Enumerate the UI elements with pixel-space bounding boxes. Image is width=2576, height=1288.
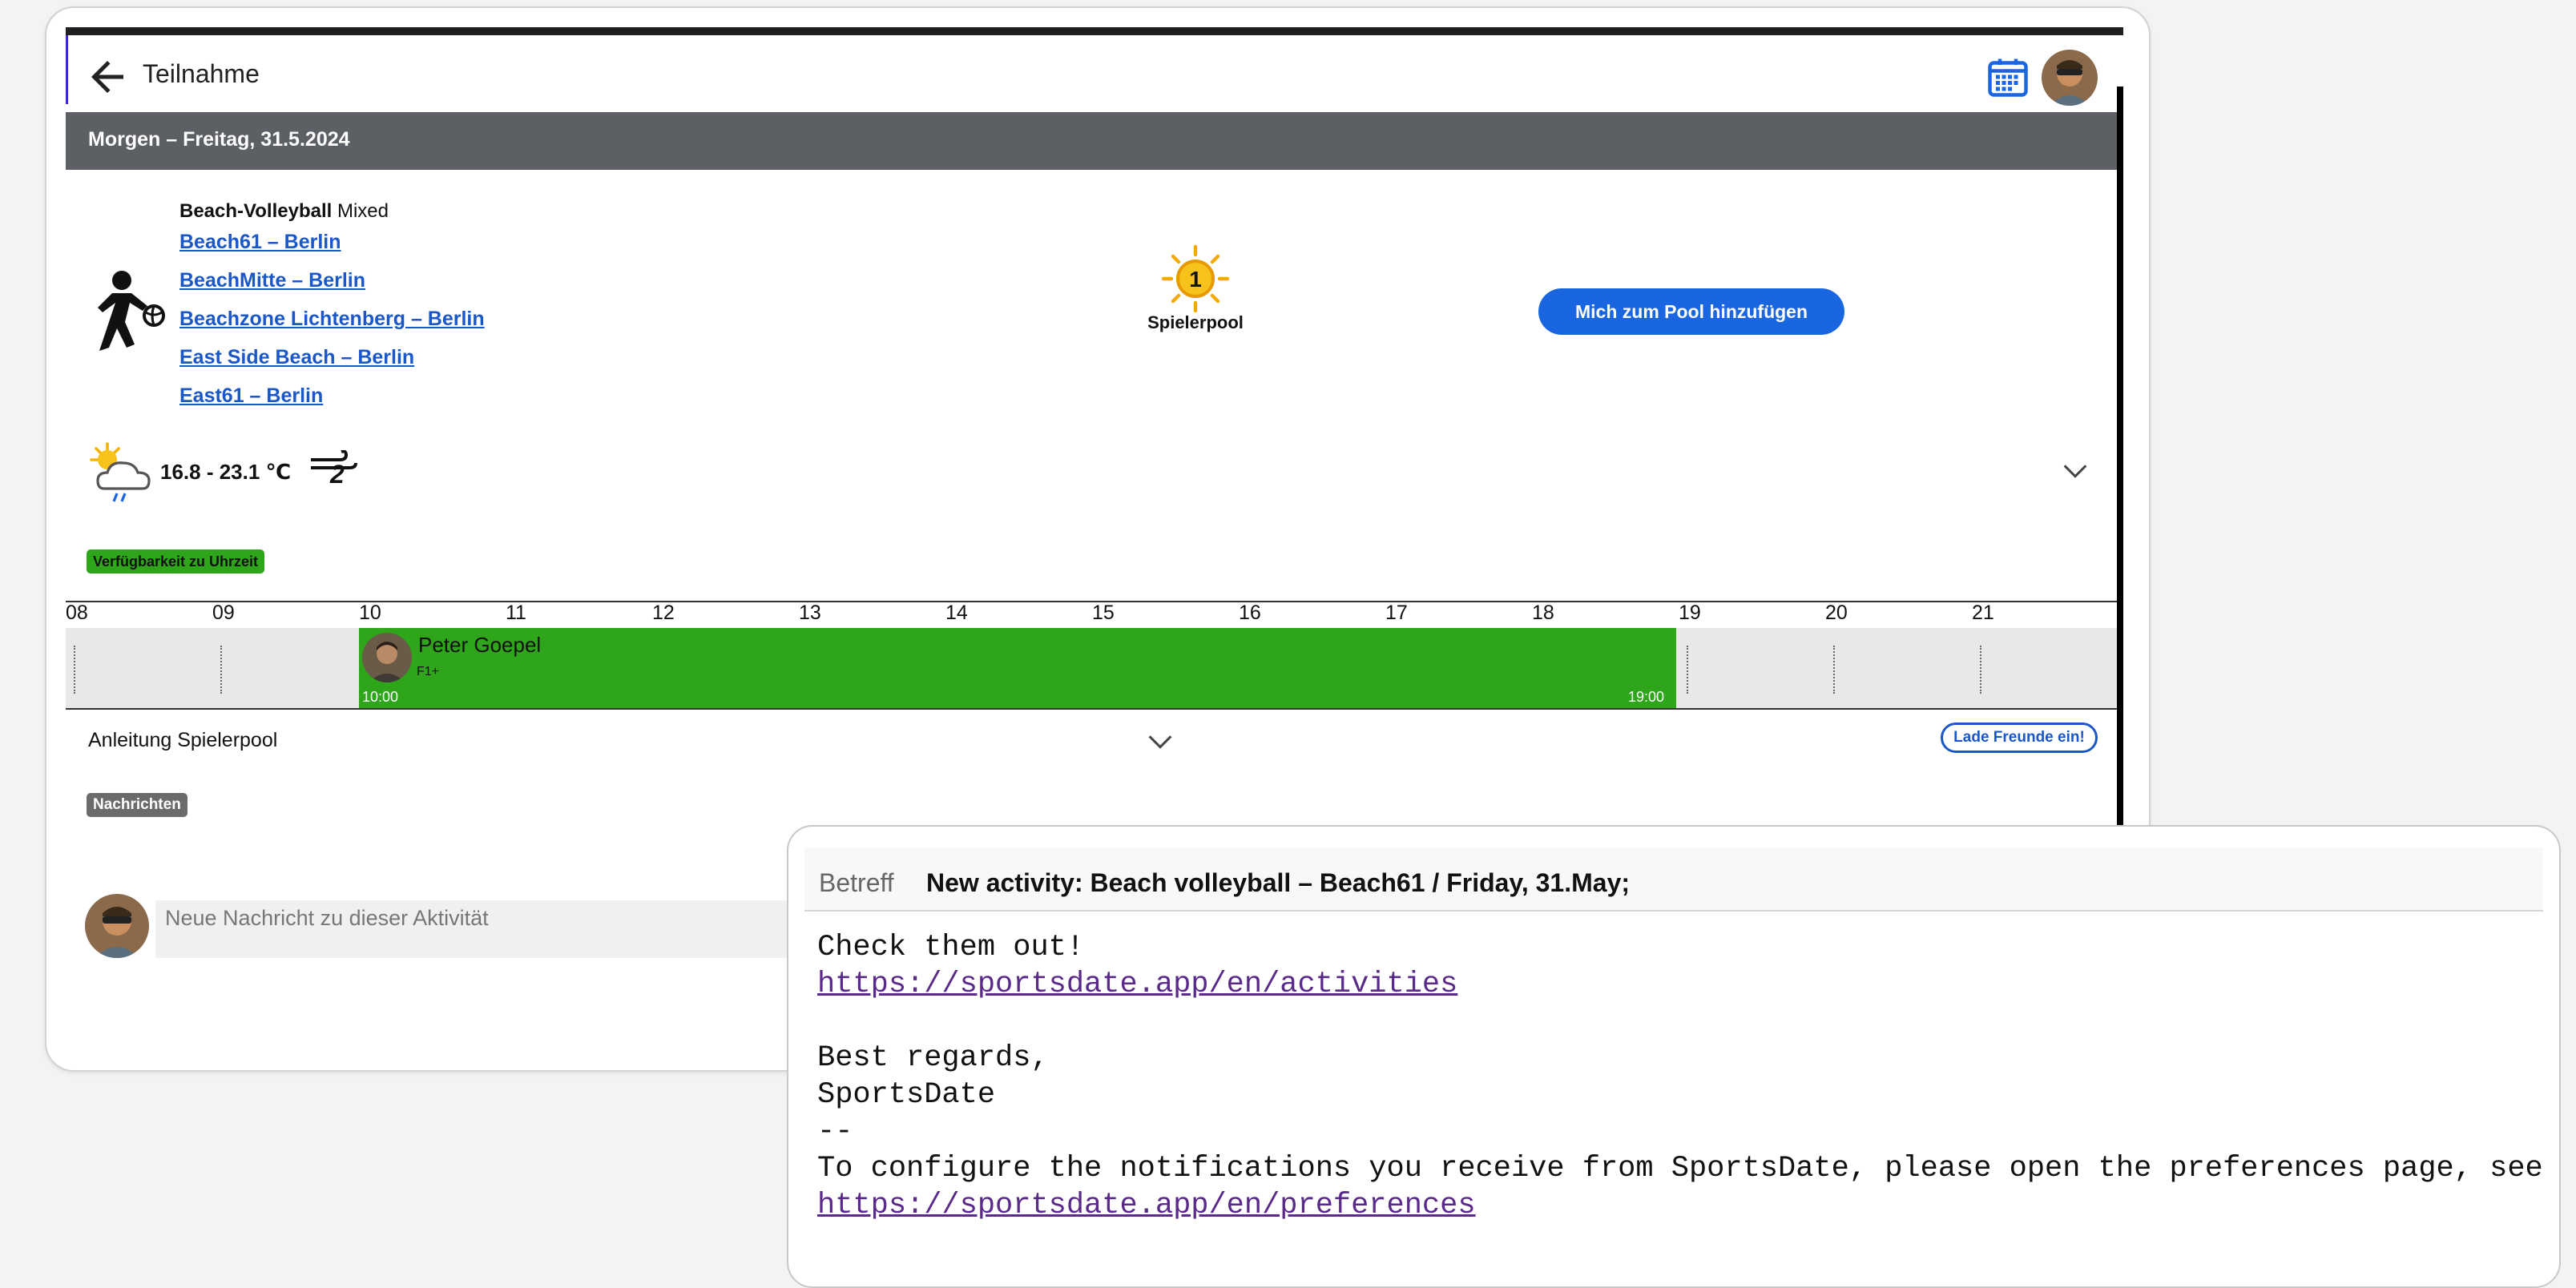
email-line: To configure the notifications you recei…: [817, 1152, 2543, 1185]
hour-label: 11: [506, 602, 526, 624]
email-line: --: [817, 1115, 853, 1149]
hour-divider: [1687, 646, 1688, 694]
hour-divider: [74, 646, 75, 694]
top-border: [66, 27, 2123, 35]
availability-timeline: 08 09 10 11 12 13 14 15 16 17 18 19 20 2…: [66, 601, 2117, 710]
wind-strength: 2: [330, 460, 345, 489]
slot-start-time: 10:00: [362, 689, 399, 705]
volleyball-player-icon: [98, 271, 165, 351]
subject-label: Betreff: [819, 868, 894, 897]
email-preview: Betreff New activity: Beach volleyball –…: [787, 825, 2561, 1288]
location-link[interactable]: Beach61 – Berlin: [179, 231, 341, 254]
page-title: Teilnahme: [143, 59, 260, 88]
email-body: Check them out! https://sportsdate.app/e…: [817, 929, 2543, 1224]
hour-label: 08: [66, 602, 88, 624]
pool-count: 1: [1189, 267, 1202, 292]
hour-label: 14: [945, 602, 968, 624]
availability-badge: Verfügbarkeit zu Uhrzeit: [87, 549, 265, 574]
hour-label: 10: [359, 602, 381, 624]
email-line: Best regards,: [817, 1041, 1049, 1075]
preferences-link[interactable]: https://sportsdate.app/en/preferences: [817, 1189, 1476, 1222]
activities-link[interactable]: https://sportsdate.app/en/activities: [817, 968, 1457, 1001]
user-avatar: [85, 894, 149, 958]
back-arrow-icon[interactable]: [83, 53, 131, 101]
location-link[interactable]: East61 – Berlin: [179, 384, 323, 408]
calendar-icon[interactable]: [1984, 53, 2032, 101]
chevron-down-icon[interactable]: [2059, 455, 2091, 487]
availability-slot[interactable]: Peter Goepel F1+ 10:00 19:00: [359, 628, 1676, 708]
slot-end-time: 19:00: [1628, 689, 1665, 705]
invite-friends-button[interactable]: Lade Freunde ein!: [1941, 722, 2098, 753]
date-header: Morgen – Freitag, 31.5.2024: [66, 112, 2117, 170]
location-link[interactable]: Beachzone Lichtenberg – Berlin: [179, 308, 485, 331]
hour-label: 21: [1972, 602, 1994, 624]
player-level: F1+: [417, 665, 440, 678]
hour-label: 15: [1092, 602, 1115, 624]
sport-name: Beach-Volleyball: [179, 200, 333, 222]
add-to-pool-button[interactable]: Mich zum Pool hinzufügen: [1538, 288, 1844, 335]
chevron-down-icon[interactable]: [1144, 726, 1176, 758]
hour-label: 16: [1239, 602, 1261, 624]
hour-label: 09: [212, 602, 235, 624]
hour-label: 19: [1679, 602, 1701, 624]
hour-label: 20: [1825, 602, 1848, 624]
player-name: Peter Goepel: [418, 633, 542, 657]
timeline-hours: 08 09 10 11 12 13 14 15 16 17 18 19 20 2…: [66, 601, 2117, 630]
sport-category: Mixed: [337, 200, 389, 222]
hour-label: 12: [652, 602, 675, 624]
app-bar: Teilnahme: [66, 35, 2117, 117]
hour-divider: [1833, 646, 1835, 694]
email-blank-line: [817, 1003, 2543, 1040]
email-line: SportsDate: [817, 1078, 996, 1112]
email-subject-bar: Betreff New activity: Beach volleyball –…: [804, 847, 2543, 912]
hour-label: 13: [799, 602, 821, 624]
sun-pool-icon: 1: [1161, 244, 1230, 313]
user-avatar[interactable]: [2042, 50, 2098, 106]
hour-divider: [1980, 646, 1981, 694]
player-avatar: [362, 633, 412, 682]
location-link[interactable]: East Side Beach – Berlin: [179, 346, 414, 369]
partly-cloudy-rain-icon: [90, 442, 151, 502]
sport-title: Beach-Volleyball Mixed: [179, 200, 389, 223]
location-link[interactable]: BeachMitte – Berlin: [179, 269, 365, 292]
messages-badge: Nachrichten: [87, 793, 187, 817]
date-header-text: Morgen – Freitag, 31.5.2024: [88, 128, 350, 151]
pool-label: Spielerpool: [1147, 312, 1244, 332]
hour-label: 17: [1385, 602, 1408, 624]
hour-label: 18: [1532, 602, 1554, 624]
email-line: Check them out!: [817, 931, 1085, 964]
pool-guide-label[interactable]: Anleitung Spielerpool: [88, 729, 277, 752]
subject-text: New activity: Beach volleyball – Beach61…: [926, 868, 1631, 897]
hour-divider: [220, 646, 222, 694]
temperature-range: 16.8 - 23.1 ℃: [160, 460, 292, 484]
